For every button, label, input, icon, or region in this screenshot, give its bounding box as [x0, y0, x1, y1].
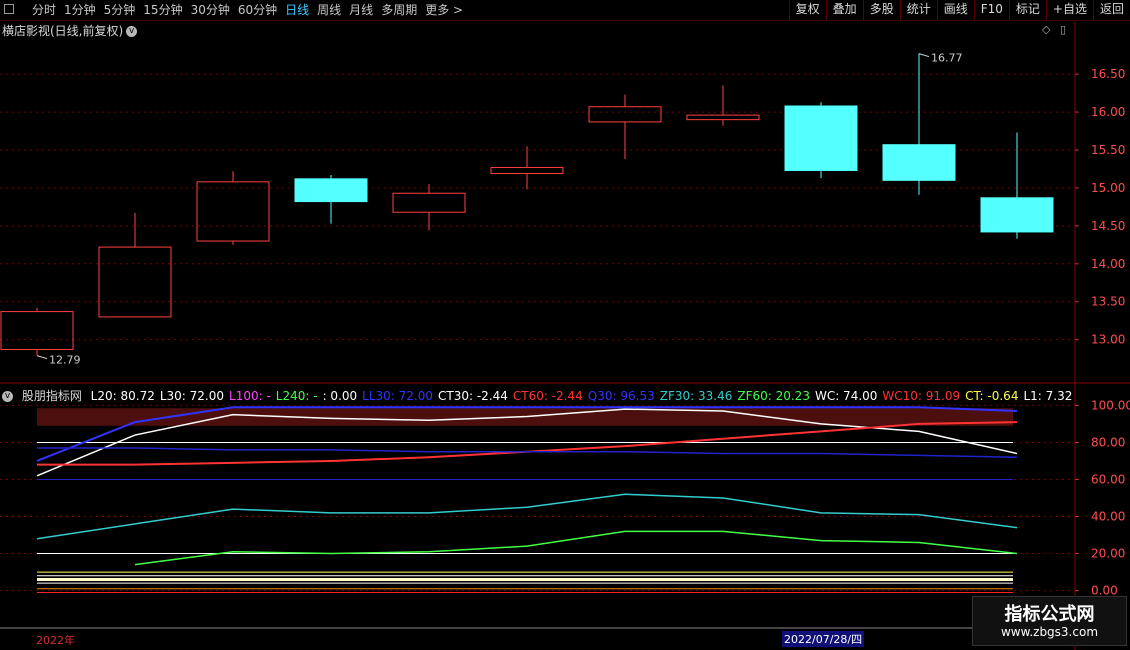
tab-3[interactable]: 15分钟 [139, 2, 186, 18]
tab-10[interactable]: 更多 > [421, 2, 467, 18]
candle-body-9 [882, 144, 956, 181]
watermark-url: www.zbgs3.com [1000, 625, 1099, 639]
candle-body-7 [686, 114, 760, 121]
ind-tick-label-3: 60.00 [1091, 472, 1125, 486]
candle-body-3 [294, 178, 368, 203]
indicator-readout-6: CT30: -2.44 [438, 389, 508, 403]
tab-9[interactable]: 多周期 [377, 2, 421, 18]
tab-8[interactable]: 月线 [345, 2, 377, 18]
panel-controls: ◇ ▯ [1042, 23, 1066, 36]
chevron-down-icon[interactable]: v [126, 26, 138, 37]
tab-7[interactable]: 周线 [313, 2, 345, 18]
indicator-readout-1: L30: 72.00 [159, 389, 225, 403]
indicator-readout-14: L1: 7.32 [1023, 389, 1073, 403]
toolbar-button-6[interactable]: 标记 [1008, 0, 1046, 20]
toolbar-button-1[interactable]: 叠加 [825, 0, 863, 20]
candle-body-4 [392, 192, 466, 213]
indicator-readout-5: LL30: 72.00 [362, 389, 434, 403]
main-tick-label-5: 15.50 [1091, 143, 1125, 157]
indicator-name: 股朋指标网 [21, 389, 82, 403]
indicator-readout-2: L100: - [229, 389, 271, 403]
main-tick-label-7: 16.50 [1091, 67, 1125, 81]
tab-0[interactable]: 分时 [28, 2, 60, 18]
indicator-readout-0: L20: 80.72 [90, 389, 155, 403]
ind-tick-label-1: 20.00 [1091, 547, 1125, 561]
indicator-readout-7: CT60: -2.44 [512, 389, 583, 403]
tab-2[interactable]: 5分钟 [100, 2, 140, 18]
window-menu-icon[interactable] [4, 4, 14, 14]
ind-series-WC10 [37, 421, 1018, 466]
ind-tick-label-4: 80.00 [1091, 435, 1125, 449]
main-tick-label-6: 16.00 [1091, 105, 1125, 119]
candle-body-10 [980, 197, 1054, 233]
indicator-readout-12: WC10: 91.09 [882, 389, 961, 403]
low-marker-arrow [36, 355, 48, 360]
diamond-icon[interactable]: ◇ [1042, 23, 1050, 36]
indicator-readout-13: CT: -0.64 [965, 389, 1019, 403]
main-tick-label-2: 14.00 [1091, 257, 1125, 271]
candle-body-6 [588, 106, 662, 123]
panel-toggle-icon[interactable]: ▯ [1060, 23, 1066, 36]
toolbar-button-8[interactable]: 返回 [1092, 0, 1130, 20]
indicator-values: L20: 80.72 L30: 72.00 L100: - L240: - : 0.00… [91, 389, 1077, 403]
ind-tick-label-2: 40.00 [1091, 510, 1125, 524]
main-tick-label-0: 13.00 [1091, 333, 1125, 347]
ind-series-ZF60 [134, 530, 1018, 566]
indicator-readout-bar: v 股朋指标网 L20: 80.72 L30: 72.00 L100: - L240:… [2, 387, 1077, 404]
candle-body-8 [784, 105, 858, 171]
indicator-readout-8: Q30: 96.53 [587, 389, 655, 403]
toolbar-button-5[interactable]: F10 [973, 0, 1009, 20]
candle-body-1 [98, 246, 172, 318]
watermark: 指标公式网 www.zbgs3.com [972, 596, 1127, 646]
toolbar-right-buttons: 复权 叠加 多股 统计 画线 F10 标记 +自选 返回 [788, 0, 1130, 20]
high-price-label: 16.77 [931, 52, 963, 65]
main-tick-label-4: 15.00 [1091, 181, 1125, 195]
indicator-readout-3: L240: - [275, 389, 318, 403]
high-marker-arrow [918, 53, 930, 58]
indicator-readout-11: WC: 74.00 [814, 389, 878, 403]
tab-6[interactable]: 日线 [281, 2, 313, 18]
indicator-readout-10: ZF60: 20.23 [737, 389, 810, 403]
cursor-date-label: 2022/07/28/四 [782, 631, 865, 647]
toolbar-button-4[interactable]: 画线 [936, 0, 974, 20]
chevron-down-icon[interactable]: v [2, 391, 13, 402]
main-chart-title: 横店影视(日线,前复权) v [2, 22, 138, 39]
main-tick-label-1: 13.50 [1091, 295, 1125, 309]
candle-body-5 [490, 166, 564, 175]
toolbar-button-3[interactable]: 统计 [899, 0, 937, 20]
low-price-label: 12.79 [49, 354, 81, 367]
year-label: 2022年 [36, 634, 75, 647]
indicator-readout-9: ZF30: 33.46 [659, 389, 733, 403]
main-tick-label-3: 14.50 [1091, 219, 1125, 233]
period-tabs: 分时 1分钟 5分钟 15分钟 30分钟 60分钟 日线 周线 月线 多周期 更多 > [28, 2, 467, 18]
tab-5[interactable]: 60分钟 [234, 2, 281, 18]
period-toolbar: 分时 1分钟 5分钟 15分钟 30分钟 60分钟 日线 周线 月线 多周期 更多 > 复权 叠加 多股… [0, 0, 1130, 21]
stock-title: 横店影视(日线,前复权) [2, 24, 124, 38]
candle-body-0 [0, 311, 74, 351]
indicator-readout-4: : 0.00 [322, 389, 358, 403]
chart-canvas: 13.00 13.50 14.00 14.50 15.00 15.50 16.00 16.50… [0, 20, 1130, 650]
toolbar-button-7[interactable]: +自选 [1045, 0, 1093, 20]
tab-4[interactable]: 30分钟 [187, 2, 234, 18]
toolbar-button-2[interactable]: 多股 [862, 0, 900, 20]
watermark-title: 指标公式网 [1004, 604, 1095, 625]
candle-body-2 [196, 181, 270, 242]
tab-1[interactable]: 1分钟 [60, 2, 100, 18]
toolbar-button-0[interactable]: 复权 [788, 0, 826, 20]
ind-tick-label-5: 100.00 [1091, 398, 1130, 412]
